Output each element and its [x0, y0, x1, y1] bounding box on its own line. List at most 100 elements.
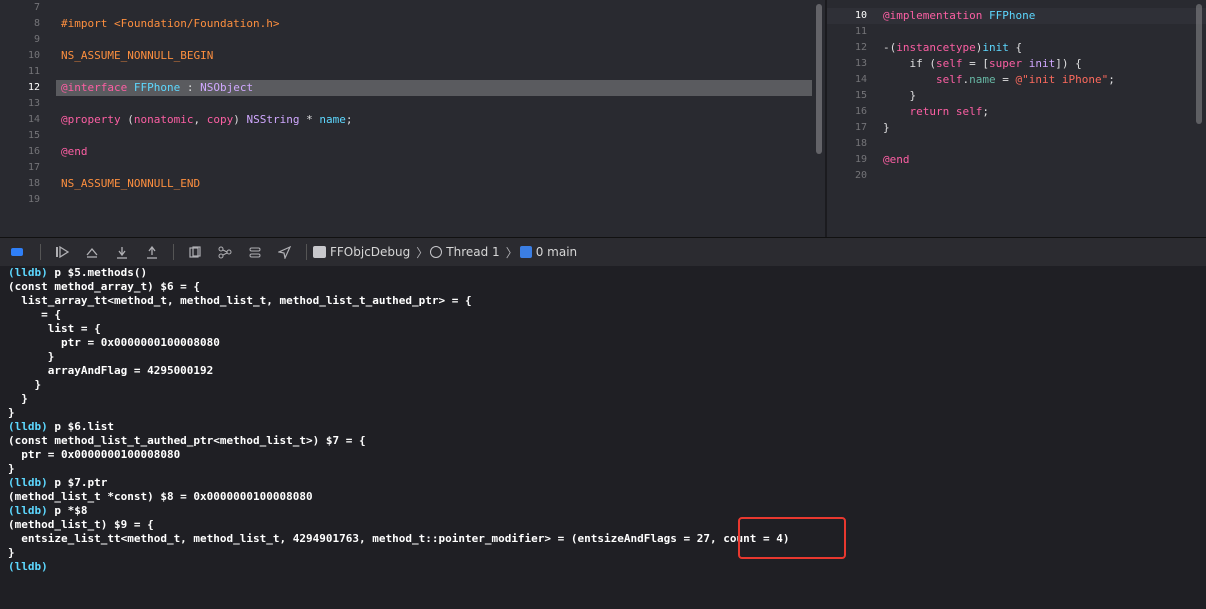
console-line: (lldb) p $7.ptr: [8, 476, 108, 489]
location-arrow-icon: [278, 245, 292, 259]
property-name: name: [319, 113, 346, 126]
code-line: 12 @interface FFPhone : NSObject: [0, 80, 825, 96]
code-line: 11: [0, 64, 825, 80]
property-name: name: [969, 73, 996, 86]
step-over-icon: [86, 247, 98, 258]
code-line: 7: [0, 0, 825, 16]
string-literal: @"init iPhone": [1015, 73, 1109, 86]
debug-bar: FFObjcDebug 〉 Thread 1 〉 0 main: [0, 237, 1206, 267]
step-out-button[interactable]: [137, 238, 167, 266]
step-over-button[interactable]: [77, 238, 107, 266]
console-line: (method_list_t *const) $8 = 0x0000000100…: [8, 490, 313, 503]
keyword: @interface: [61, 81, 128, 94]
chevron-right-icon: 〉: [505, 245, 518, 260]
code-text: ;: [982, 105, 989, 118]
attribute: copy: [206, 113, 234, 126]
code-line: 13 if (self = [super init]) {: [827, 56, 1206, 72]
editor-area: 7 8 #import <Foundation/Foundation.h> 9 1…: [0, 0, 1206, 237]
punct: ): [233, 113, 247, 126]
return-statement: return self;: [883, 104, 989, 120]
vertical-scrollbar[interactable]: [1196, 4, 1202, 124]
header-editor-pane[interactable]: 7 8 #import <Foundation/Foundation.h> 9 1…: [0, 0, 825, 237]
attribute: nonatomic: [133, 113, 194, 126]
code-text: =: [995, 73, 1016, 86]
punct: -(: [883, 41, 897, 54]
line-number: 16: [27, 146, 40, 157]
lldb-prompt: (lldb): [8, 476, 48, 489]
keyword: self: [883, 73, 963, 86]
lldb-prompt: (lldb): [8, 420, 48, 433]
frame-name: 0 main: [535, 245, 578, 259]
implementation-declaration: @implementation FFPhone: [883, 8, 1035, 24]
vertical-scrollbar[interactable]: [816, 4, 822, 154]
code-line: 17}: [827, 120, 1206, 136]
chevron-right-icon: 〉: [416, 245, 429, 260]
divider: [173, 244, 174, 260]
lldb-prompt: (lldb): [8, 560, 48, 573]
divider: [40, 244, 41, 260]
view-hierarchy-icon: [189, 245, 201, 258]
macro-end: NS_ASSUME_NONNULL_END: [61, 177, 201, 190]
console-line: }: [8, 378, 42, 391]
code-line: 20: [827, 168, 1206, 184]
debug-area-toggle-icon: [11, 248, 23, 256]
thread-icon: [430, 246, 443, 258]
code-line: 9: [0, 32, 825, 48]
step-out-icon: [147, 245, 157, 259]
line-number: 19: [27, 194, 40, 205]
code-line: 15 }: [827, 88, 1206, 104]
console-line: (method_list_t) $9 = {: [8, 518, 154, 531]
console-line: (lldb) p $6.list: [8, 420, 114, 433]
continue-button[interactable]: [47, 238, 77, 266]
colon: :: [180, 81, 201, 94]
line-number: 9: [33, 34, 40, 45]
line-number: 18: [27, 178, 40, 189]
lldb-prompt: (lldb): [8, 266, 48, 279]
console-prompt[interactable]: (lldb): [8, 560, 54, 574]
code-line: 10 @implementation FFPhone: [827, 8, 1206, 24]
code-line: 16 @end: [0, 144, 825, 160]
keyword: super: [988, 57, 1023, 70]
memory-graph-button[interactable]: [210, 238, 240, 266]
punct: ,: [193, 113, 207, 126]
console-line: (lldb) p *$8: [8, 504, 88, 517]
code-line: 19: [0, 192, 825, 208]
console-line: = {: [8, 308, 61, 321]
code-line: 10 NS_ASSUME_NONNULL_BEGIN: [0, 48, 825, 64]
code-line: 14 self.name = @"init iPhone";: [827, 72, 1206, 88]
line-number: 15: [27, 130, 40, 141]
console-line: arrayAndFlag = 4295000192: [8, 364, 214, 377]
lldb-console[interactable]: (lldb) p $5.methods() (const method_arra…: [0, 266, 1206, 609]
punct: *: [299, 113, 320, 126]
line-number: 17: [854, 122, 867, 133]
breadcrumb-target[interactable]: FFObjcDebug: [313, 245, 410, 259]
breadcrumb-thread[interactable]: Thread 1: [430, 245, 500, 259]
terminal-icon: [313, 246, 326, 258]
console-line: }: [8, 546, 15, 559]
keyword: self: [935, 57, 963, 70]
console-line: }: [8, 392, 28, 405]
interface-declaration: @interface FFPhone : NSObject: [61, 80, 253, 96]
code-line: 11: [827, 24, 1206, 40]
environment-overrides-button[interactable]: [240, 238, 270, 266]
code-line: 8 #import <Foundation/Foundation.h>: [0, 16, 825, 32]
line-number: 14: [27, 114, 40, 125]
console-line: }: [8, 406, 15, 419]
line-number: 13: [854, 58, 867, 69]
debug-view-hierarchy-button[interactable]: [180, 238, 210, 266]
implementation-editor-pane[interactable]: 10 @implementation FFPhone 11 12 -(instanc…: [825, 0, 1206, 237]
line-number: 13: [27, 98, 40, 109]
code-text: = [: [962, 57, 989, 70]
simulate-location-button[interactable]: [270, 238, 300, 266]
thread-name: Thread 1: [446, 245, 500, 259]
console-line: list = {: [8, 322, 101, 335]
method-call: init: [1028, 57, 1056, 70]
line-number: 12: [854, 42, 867, 53]
toggle-debug-area-button[interactable]: [0, 238, 34, 266]
line-number: 12: [27, 82, 40, 93]
step-into-button[interactable]: [107, 238, 137, 266]
console-line: ptr = 0x0000000100008080: [8, 336, 220, 349]
macro-begin: NS_ASSUME_NONNULL_BEGIN: [61, 49, 214, 62]
breadcrumb-frame[interactable]: 0 main: [519, 245, 578, 259]
